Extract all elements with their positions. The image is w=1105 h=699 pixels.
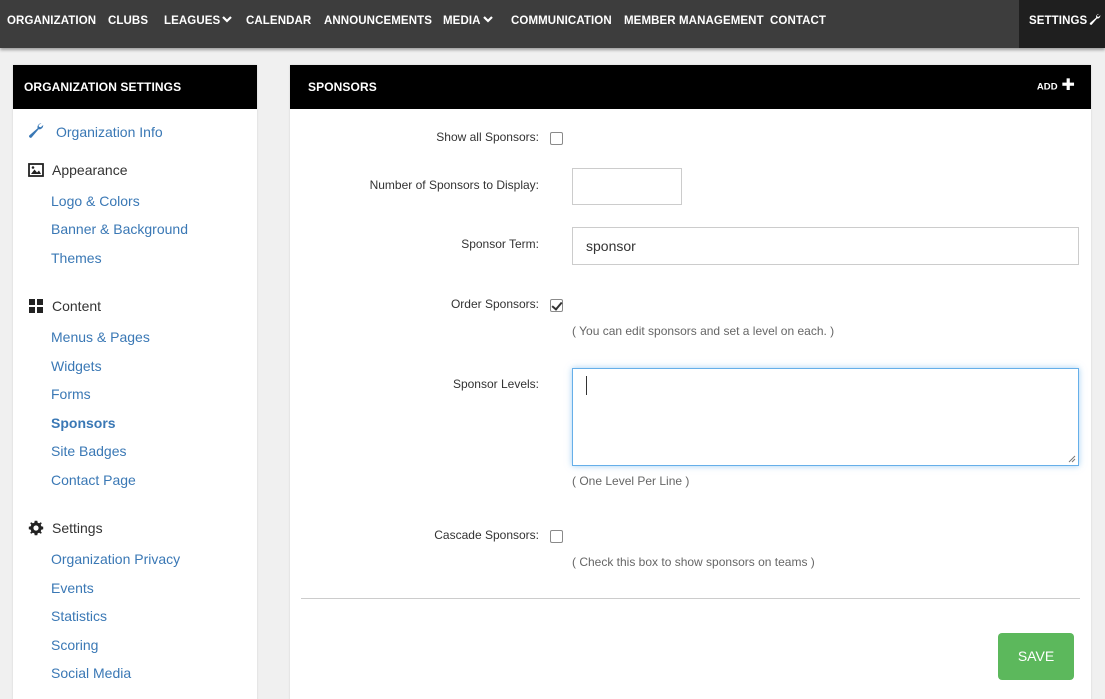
nav-settings-label: SETTINGS (1029, 15, 1088, 27)
sponsor-term-label: Sponsor Term: (461, 237, 539, 251)
gear-icon (28, 520, 44, 536)
panel-header: SPONSORS ADD ✚ (290, 65, 1091, 109)
sidebar-item-themes[interactable]: Themes (51, 250, 102, 266)
nav-media[interactable]: MEDIA (443, 0, 493, 42)
nav-clubs-label: CLUBS (108, 15, 149, 27)
top-navbar: ORGANIZATION CLUBS LEAGUES CALENDAR ANNO… (0, 0, 1105, 48)
nav-contact[interactable]: CONTACT (770, 0, 826, 42)
image-icon (28, 163, 44, 177)
nav-member-management[interactable]: MEMBER MANAGEMENT (624, 0, 764, 42)
cascade-sponsors-label: Cascade Sponsors: (434, 528, 539, 542)
resize-grip-icon[interactable] (1068, 455, 1076, 463)
num-sponsors-label: Number of Sponsors to Display: (369, 178, 539, 192)
show-all-sponsors-label: Show all Sponsors: (436, 130, 539, 144)
sidebar-group-appearance: Appearance (52, 162, 128, 178)
nav-organization[interactable]: ORGANIZATION (7, 0, 96, 42)
nav-communication[interactable]: COMMUNICATION (511, 0, 612, 42)
sidebar-item-banner-background[interactable]: Banner & Background (51, 221, 188, 237)
sponsor-levels-label: Sponsor Levels: (452, 377, 539, 391)
nav-organization-label: ORGANIZATION (7, 15, 97, 27)
nav-media-label: MEDIA (443, 15, 481, 27)
sidebar-item-sponsors[interactable]: Sponsors (51, 415, 116, 431)
sidebar-item-organization-privacy[interactable]: Organization Privacy (51, 551, 180, 567)
sidebar-item-scoring[interactable]: Scoring (51, 637, 98, 653)
sidebar-group-settings: Settings (52, 520, 103, 536)
sponsors-panel: SPONSORS ADD ✚ Show all Sponsors: Number… (290, 65, 1091, 699)
sidebar-item-site-badges[interactable]: Site Badges (51, 443, 127, 459)
nav-settings-container: SETTINGS (1019, 0, 1105, 48)
chevron-down-icon (482, 16, 493, 24)
sidebar-title: ORGANIZATION SETTINGS (13, 65, 257, 109)
sidebar-item-social-media[interactable]: Social Media (51, 665, 131, 681)
sponsor-term-input[interactable]: sponsor (572, 227, 1079, 265)
plus-icon: ✚ (1061, 77, 1075, 94)
wrench-icon (1090, 13, 1101, 25)
nav-announcements-label: ANNOUNCEMENTS (324, 15, 432, 27)
sidebar-item-menus-pages[interactable]: Menus & Pages (51, 329, 150, 345)
nav-calendar-label: CALENDAR (246, 15, 312, 27)
chevron-down-icon (222, 16, 233, 24)
sidebar-item-events[interactable]: Events (51, 580, 94, 596)
sponsor-levels-textarea[interactable] (572, 368, 1079, 466)
nav-announcements[interactable]: ANNOUNCEMENTS (324, 0, 432, 42)
grid-icon (29, 299, 43, 313)
add-sponsor-button[interactable]: ADD ✚ (1037, 65, 1075, 110)
page-title: SPONSORS (308, 80, 377, 94)
sidebar-item-statistics[interactable]: Statistics (51, 608, 107, 624)
order-sponsors-label: Order Sponsors: (450, 297, 539, 311)
add-label: ADD (1036, 81, 1058, 93)
sidebar-item-logo-colors[interactable]: Logo & Colors (51, 193, 140, 209)
settings-sidebar: ORGANIZATION SETTINGS Organization Info … (13, 65, 257, 699)
nav-settings[interactable]: SETTINGS (1029, 0, 1101, 42)
nav-communication-label: COMMUNICATION (511, 15, 612, 27)
text-cursor (586, 376, 587, 395)
nav-calendar[interactable]: CALENDAR (246, 0, 311, 42)
nav-member-management-label: MEMBER MANAGEMENT (624, 15, 764, 27)
sidebar-item-widgets[interactable]: Widgets (51, 358, 102, 374)
num-sponsors-input[interactable] (572, 168, 682, 205)
save-button[interactable]: SAVE (998, 633, 1074, 680)
sidebar-item-organization-info[interactable]: Organization Info (56, 124, 163, 140)
cascade-sponsors-help: ( Check this box to show sponsors on tea… (572, 555, 815, 569)
nav-leagues[interactable]: LEAGUES (164, 0, 233, 42)
form-divider (301, 598, 1080, 599)
nav-clubs[interactable]: CLUBS (108, 0, 148, 42)
sponsor-levels-help: ( One Level Per Line ) (572, 474, 690, 488)
order-sponsors-checkbox[interactable] (550, 299, 563, 312)
sidebar-item-contact-page[interactable]: Contact Page (51, 472, 136, 488)
nav-contact-label: CONTACT (770, 15, 827, 27)
cascade-sponsors-checkbox[interactable] (550, 530, 563, 543)
show-all-sponsors-checkbox[interactable] (550, 132, 563, 145)
order-sponsors-help: ( You can edit sponsors and set a level … (572, 324, 835, 338)
sidebar-item-forms[interactable]: Forms (51, 386, 91, 402)
nav-leagues-label: LEAGUES (164, 15, 221, 27)
sidebar-group-content: Content (52, 298, 102, 314)
wrench-icon (29, 123, 44, 138)
